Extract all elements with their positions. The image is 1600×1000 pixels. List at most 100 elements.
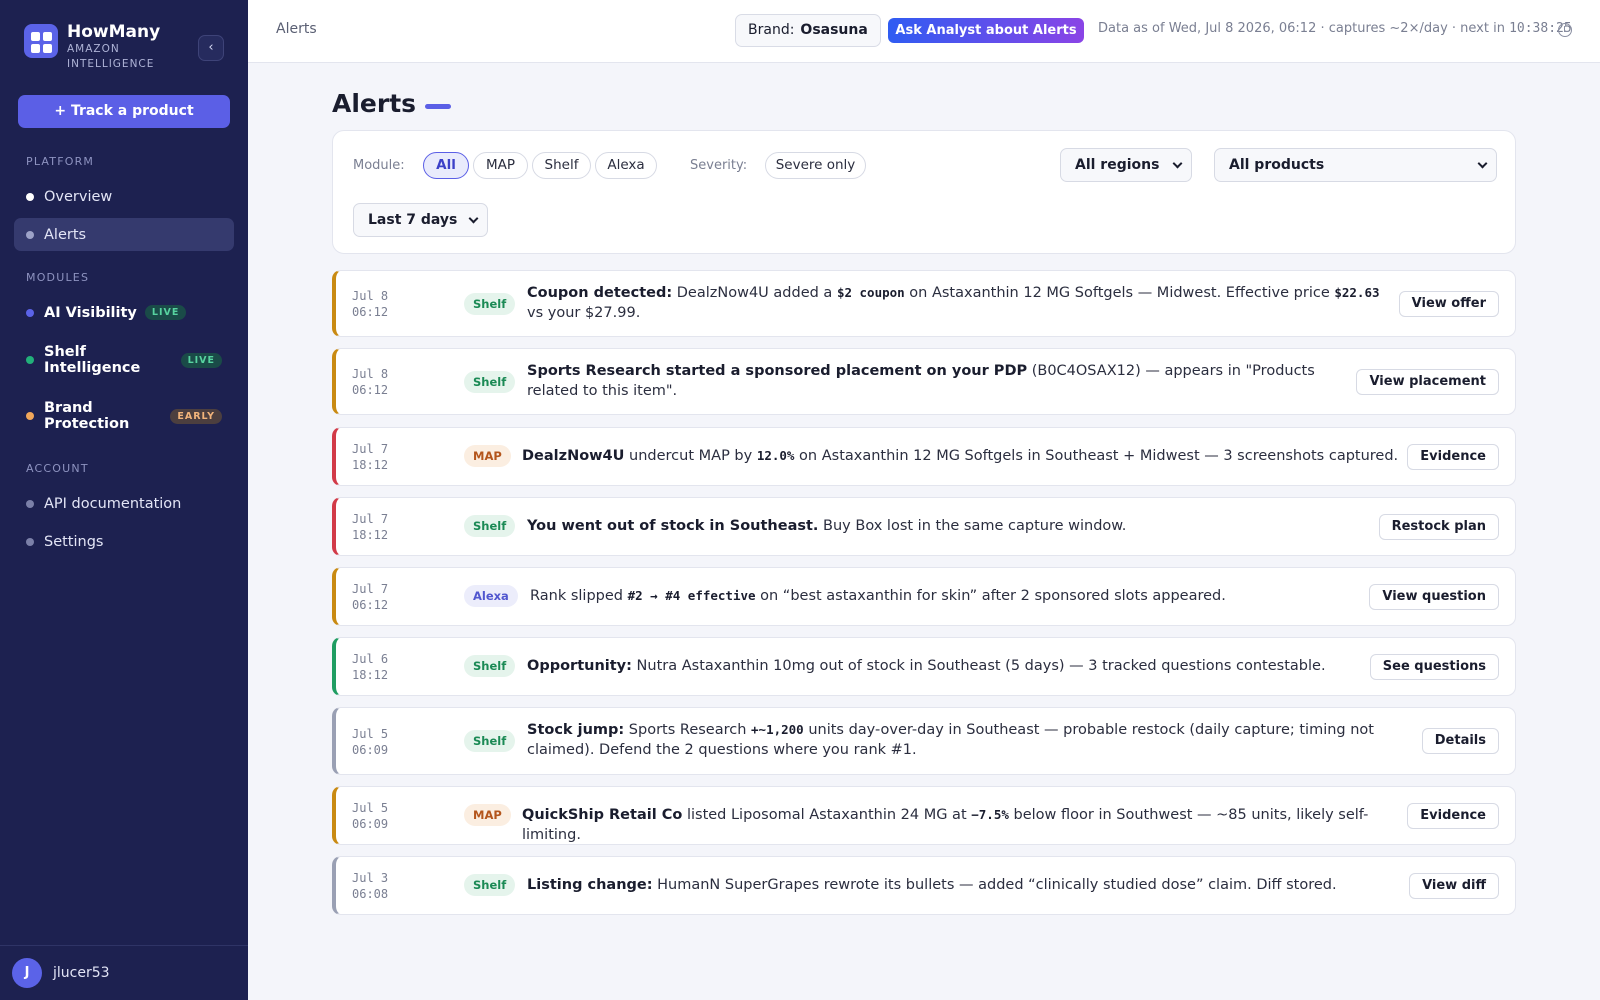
- alert-timestamp: Jul 7 18:12: [352, 442, 389, 472]
- sidebar-item-ai-visibility[interactable]: AI Visibility LIVE: [14, 296, 234, 329]
- sidebar-item-label: API documentation: [44, 495, 182, 512]
- chip-severe-only[interactable]: Severe only: [765, 152, 866, 179]
- top-bar: Alerts Brand: Osasuna Ask Analyst about A…: [248, 0, 1600, 63]
- sidebar-item-settings[interactable]: Settings: [14, 525, 234, 558]
- avatar: J: [12, 958, 42, 988]
- alert-row[interactable]: Jul 5 06:09 MAP QuickShip Retail Co liste…: [332, 786, 1516, 845]
- module-badge: Shelf: [464, 293, 516, 315]
- sidebar-item-overview[interactable]: Overview: [14, 180, 234, 213]
- see-questions-button[interactable]: See questions: [1369, 654, 1499, 680]
- chip-module-all[interactable]: All: [423, 152, 469, 179]
- chip-module-map[interactable]: MAP: [473, 152, 528, 179]
- alert-row[interactable]: Jul 3 06:08 Shelf Listing change: HumanN …: [332, 856, 1516, 915]
- logo-grid-icon: [24, 24, 58, 58]
- dot-icon: [26, 499, 34, 508]
- module-badge: Alexa: [464, 585, 518, 607]
- sidebar-item-label: Shelf Intelligence: [44, 344, 141, 376]
- ask-analyst-button[interactable]: Ask Analyst about Alerts: [888, 18, 1084, 43]
- collapse-sidebar-button[interactable]: ‹: [198, 35, 224, 61]
- details-button[interactable]: Details: [1421, 728, 1499, 754]
- alert-timestamp: Jul 5 06:09: [352, 801, 389, 831]
- sidebar-item-label: Settings: [44, 533, 104, 550]
- alert-row[interactable]: Jul 6 18:12 Shelf Opportunity: Nutra Asta…: [332, 637, 1516, 696]
- module-filter-label: Module:: [353, 158, 405, 173]
- view-offer-button[interactable]: View offer: [1398, 291, 1499, 317]
- alert-message: QuickShip Retail Co listed Liposomal Ast…: [522, 807, 1369, 843]
- brand[interactable]: HowMany AMAZON INTELLIGENCE: [24, 22, 177, 71]
- alert-message: Sports Research started a sponsored plac…: [527, 363, 1315, 399]
- severity-filter-label: Severity:: [690, 158, 748, 173]
- sidebar: HowMany AMAZON INTELLIGENCE ‹ + Track a …: [0, 0, 248, 1000]
- chevron-down-icon: [468, 213, 479, 224]
- alert-message: DealzNow4U undercut MAP by 12.0% on Asta…: [522, 448, 1399, 464]
- page-title: Alerts: [332, 89, 417, 118]
- live-badge: LIVE: [180, 352, 222, 368]
- sidebar-item-label: AI Visibility: [44, 304, 137, 321]
- user-menu[interactable]: J jlucer53: [0, 945, 248, 1000]
- dot-icon: [26, 192, 34, 201]
- sidebar-item-label: Brand Protection: [44, 400, 130, 432]
- clock-icon[interactable]: [1558, 23, 1572, 37]
- dot-icon: [26, 537, 34, 546]
- module-badge: Shelf: [464, 655, 516, 677]
- username: jlucer53: [53, 965, 110, 981]
- period-select[interactable]: Last 7 days: [353, 203, 488, 237]
- view-placement-button[interactable]: View placement: [1356, 369, 1499, 395]
- module-badge: Shelf: [464, 371, 516, 393]
- product-select[interactable]: All products: [1214, 148, 1497, 182]
- brand-label: Brand:: [748, 22, 795, 38]
- alert-row[interactable]: Jul 5 06:09 Shelf Stock jump: Sports Rese…: [332, 707, 1516, 775]
- dot-icon: [26, 412, 34, 420]
- product-select-value: All products: [1229, 157, 1325, 173]
- data-freshness-text: Data as of Wed, Jul 8 2026, 06:12 · capt…: [1098, 21, 1572, 36]
- alert-message: Stock jump: Sports Research +~1,200 unit…: [527, 722, 1374, 758]
- filter-card: Module: All MAP Shelf Alexa Severity: Se…: [332, 130, 1516, 254]
- region-select[interactable]: All regions: [1060, 148, 1192, 182]
- early-badge: EARLY: [170, 408, 222, 424]
- sidebar-item-alerts[interactable]: Alerts: [14, 218, 234, 251]
- chevron-down-icon: [1477, 158, 1488, 169]
- sidebar-item-api-documentation[interactable]: API documentation: [14, 487, 234, 520]
- brand-selector[interactable]: Brand: Osasuna: [735, 14, 881, 47]
- view-diff-button[interactable]: View diff: [1409, 873, 1499, 899]
- chip-module-shelf[interactable]: Shelf: [532, 152, 591, 179]
- breadcrumb[interactable]: Alerts: [276, 21, 317, 37]
- sidebar-item-label: Alerts: [44, 226, 87, 243]
- alert-row[interactable]: Jul 7 18:12 Shelf You went out of stock i…: [332, 497, 1516, 556]
- section-label-platform: PLATFORM: [26, 155, 95, 168]
- alert-message: You went out of stock in Southeast. Buy …: [527, 518, 1127, 534]
- dot-icon: [26, 308, 34, 317]
- view-question-button[interactable]: View question: [1369, 584, 1499, 610]
- chevron-left-icon: ‹: [208, 40, 214, 55]
- alert-row[interactable]: Jul 7 06:12 Alexa Rank slipped #2 → #4 ef…: [332, 567, 1516, 626]
- alert-timestamp: Jul 7 18:12: [352, 512, 389, 542]
- evidence-button[interactable]: Evidence: [1407, 444, 1499, 470]
- period-select-value: Last 7 days: [368, 212, 458, 228]
- chip-module-alexa[interactable]: Alexa: [595, 152, 657, 179]
- brand-value: Osasuna: [800, 22, 868, 38]
- module-badge: MAP: [464, 804, 511, 826]
- title-accent: [425, 104, 451, 109]
- alert-timestamp: Jul 8 06:12: [352, 289, 389, 319]
- chevron-down-icon: [1172, 158, 1183, 169]
- sidebar-item-shelf-intelligence[interactable]: Shelf Intelligence LIVE: [14, 338, 234, 382]
- module-badge: MAP: [464, 445, 511, 467]
- restock-plan-button[interactable]: Restock plan: [1378, 514, 1499, 540]
- track-product-button[interactable]: + Track a product: [18, 95, 230, 128]
- sidebar-item-brand-protection[interactable]: Brand Protection EARLY: [14, 394, 234, 438]
- alert-row[interactable]: Jul 7 18:12 MAP DealzNow4U undercut MAP b…: [332, 427, 1516, 486]
- alert-message: Opportunity: Nutra Astaxanthin 10mg out …: [527, 658, 1326, 674]
- alert-row[interactable]: Jul 8 06:12 Shelf Sports Research started…: [332, 348, 1516, 415]
- brand-subtitle: AMAZON INTELLIGENCE: [67, 43, 155, 70]
- module-badge: Shelf: [464, 515, 516, 537]
- section-label-account: ACCOUNT: [26, 462, 89, 475]
- live-badge: LIVE: [144, 305, 187, 320]
- alert-message: Coupon detected: DealzNow4U added a $2 c…: [527, 285, 1380, 321]
- alert-timestamp: Jul 5 06:09: [352, 727, 389, 757]
- region-select-value: All regions: [1075, 157, 1160, 173]
- module-badge: Shelf: [464, 730, 516, 752]
- evidence-button[interactable]: Evidence: [1407, 803, 1499, 829]
- dot-icon: [26, 230, 34, 239]
- alert-row[interactable]: Jul 8 06:12 Shelf Coupon detected: DealzN…: [332, 270, 1516, 337]
- alert-timestamp: Jul 3 06:08: [352, 871, 389, 901]
